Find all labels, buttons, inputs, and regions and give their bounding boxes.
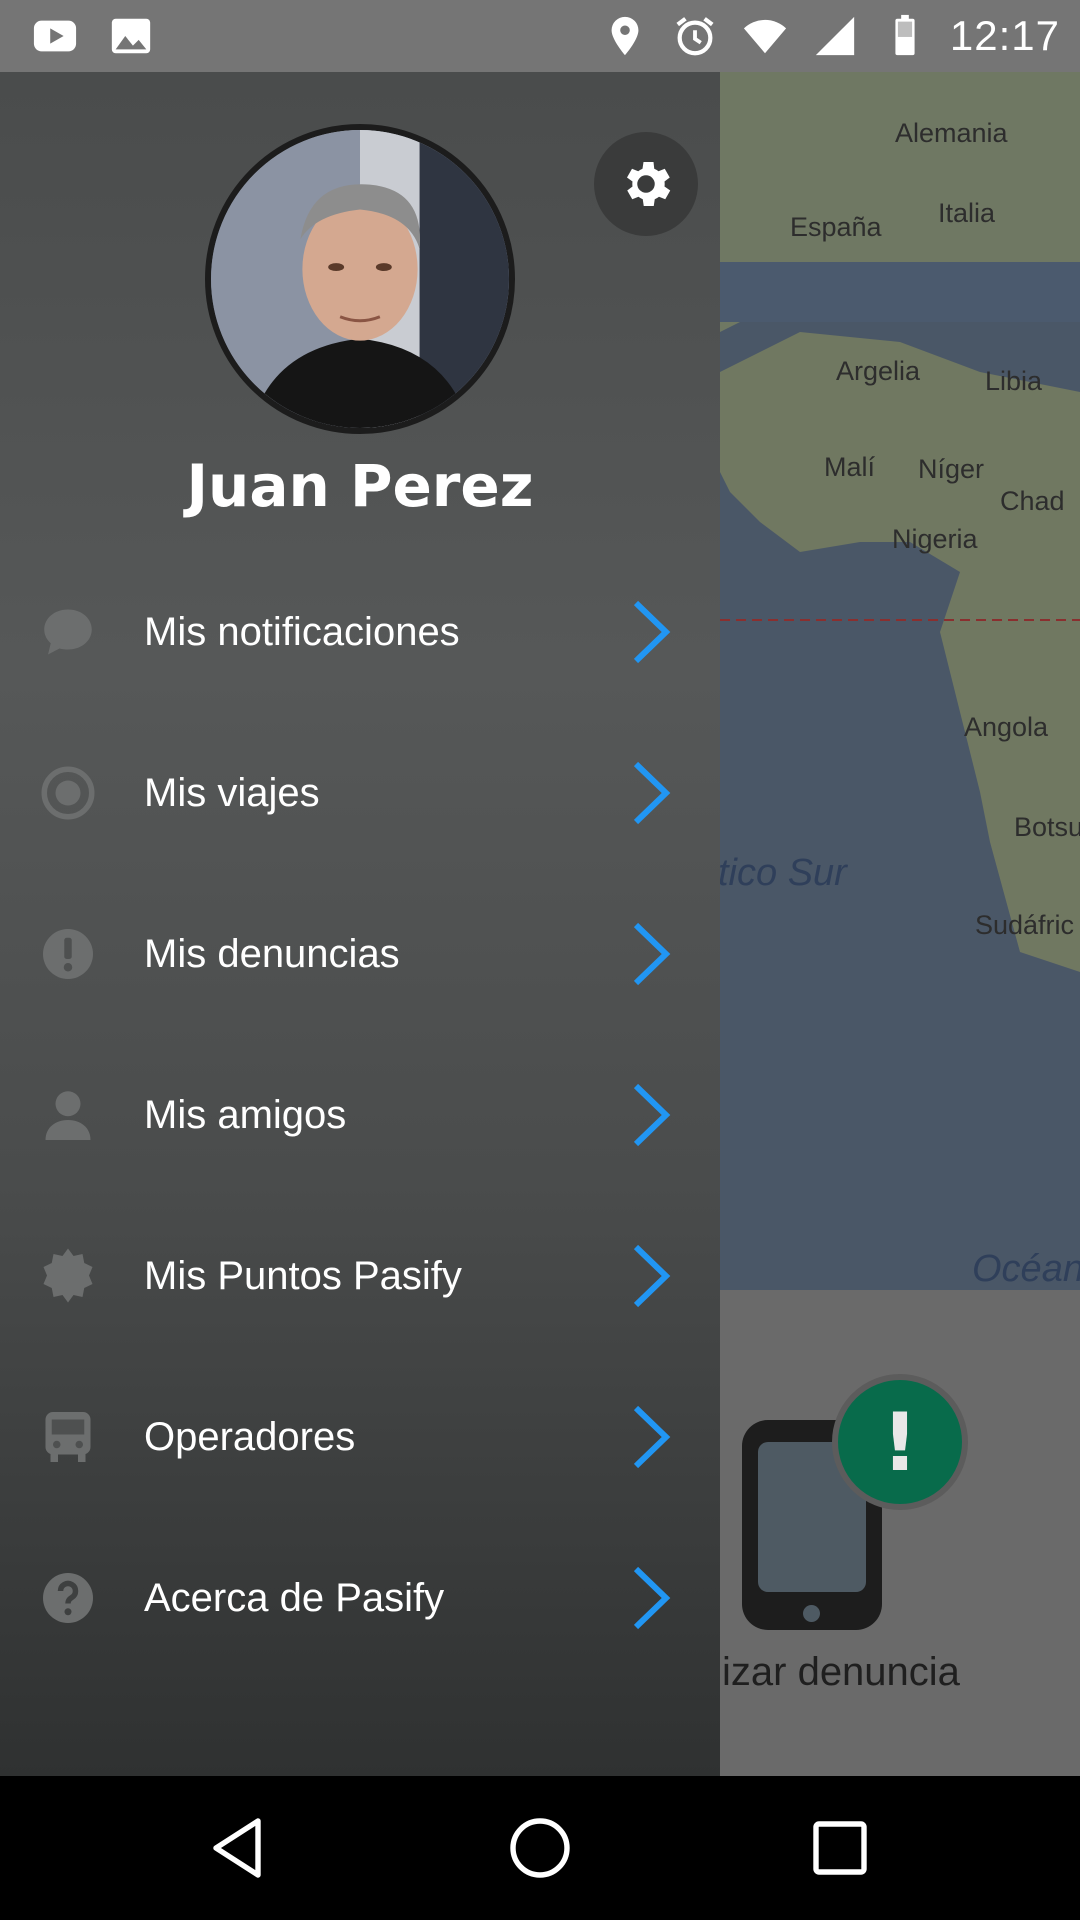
map-label: Botsu bbox=[1014, 812, 1080, 842]
menu-item-label: Mis notificaciones bbox=[144, 609, 460, 654]
menu-item-denuncias[interactable]: Mis denuncias bbox=[0, 894, 720, 1014]
chevron-right-icon bbox=[626, 1080, 676, 1150]
back-button[interactable] bbox=[204, 1812, 276, 1884]
radio-target-icon bbox=[36, 761, 100, 825]
signal-icon bbox=[810, 11, 860, 61]
chevron-right-icon bbox=[626, 919, 676, 989]
map-label: Italia bbox=[938, 198, 996, 228]
menu-item-label: Acerca de Pasify bbox=[144, 1575, 445, 1620]
wifi-icon bbox=[740, 11, 790, 61]
map-label: Argelia bbox=[836, 356, 921, 386]
recents-square-icon bbox=[813, 1821, 867, 1875]
avatar[interactable] bbox=[205, 124, 515, 434]
report-label[interactable]: izar denuncia bbox=[722, 1650, 960, 1695]
alert-bubble-icon: ! bbox=[832, 1374, 968, 1510]
chevron-right-icon bbox=[626, 1563, 676, 1633]
map-label: Nigeria bbox=[892, 524, 978, 554]
person-icon bbox=[36, 1083, 100, 1147]
user-name: Juan Perez bbox=[186, 452, 534, 520]
menu-item-label: Mis denuncias bbox=[144, 931, 400, 976]
home-button[interactable] bbox=[504, 1812, 576, 1884]
bus-icon bbox=[36, 1405, 100, 1469]
recents-button[interactable] bbox=[804, 1812, 876, 1884]
status-bar: 12:17 bbox=[0, 0, 1080, 72]
chevron-right-icon bbox=[626, 597, 676, 667]
menu-item-notificaciones[interactable]: Mis notificaciones bbox=[0, 572, 720, 692]
navigation-bar bbox=[0, 1776, 1080, 1920]
status-left-icons bbox=[30, 11, 156, 61]
map-ocean-label: tico Sur bbox=[718, 852, 847, 894]
menu-item-label: Mis viajes bbox=[144, 770, 320, 815]
map-label: Libia bbox=[985, 366, 1043, 396]
battery-icon bbox=[880, 11, 930, 61]
location-icon bbox=[600, 11, 650, 61]
back-triangle-icon bbox=[213, 1818, 261, 1878]
alert-icon bbox=[36, 922, 100, 986]
menu-item-acerca[interactable]: Acerca de Pasify bbox=[0, 1538, 720, 1658]
map-label: Níger bbox=[918, 454, 985, 484]
map-label: Chad bbox=[1000, 486, 1065, 516]
home-circle-icon bbox=[510, 1818, 570, 1878]
map-label: Angola bbox=[964, 712, 1049, 742]
map-label: España bbox=[790, 212, 882, 242]
image-icon bbox=[106, 11, 156, 61]
status-time: 12:17 bbox=[949, 12, 1060, 59]
chevron-right-icon bbox=[626, 758, 676, 828]
menu-item-amigos[interactable]: Mis amigos bbox=[0, 1055, 720, 1175]
gear-icon bbox=[627, 162, 671, 206]
menu-item-label: Mis amigos bbox=[144, 1092, 347, 1137]
settings-button[interactable] bbox=[594, 132, 698, 236]
map-label: Sudáfric bbox=[975, 910, 1075, 940]
navigation-drawer: Juan Perez Mis notificaciones Mis viajes bbox=[0, 72, 720, 1776]
map-label: Alemania bbox=[895, 118, 1008, 148]
chevron-right-icon bbox=[626, 1241, 676, 1311]
menu-item-puntos[interactable]: Mis Puntos Pasify bbox=[0, 1216, 720, 1336]
menu-item-label: Operadores bbox=[144, 1414, 356, 1459]
youtube-icon bbox=[30, 11, 80, 61]
menu-item-viajes[interactable]: Mis viajes bbox=[0, 733, 720, 853]
badge-icon bbox=[36, 1244, 100, 1308]
user-photo bbox=[211, 130, 509, 428]
alarm-icon bbox=[670, 11, 720, 61]
menu-item-label: Mis Puntos Pasify bbox=[144, 1253, 462, 1298]
map-label: Malí bbox=[824, 452, 876, 482]
status-right-icons: 12:17 bbox=[600, 0, 1060, 72]
menu-item-operadores[interactable]: Operadores bbox=[0, 1377, 720, 1497]
chat-bubble-icon bbox=[36, 600, 100, 664]
chevron-right-icon bbox=[626, 1402, 676, 1472]
map-ocean-label: Océan bbox=[972, 1248, 1080, 1290]
help-icon bbox=[36, 1566, 100, 1630]
phone-home-dot bbox=[803, 1605, 820, 1622]
